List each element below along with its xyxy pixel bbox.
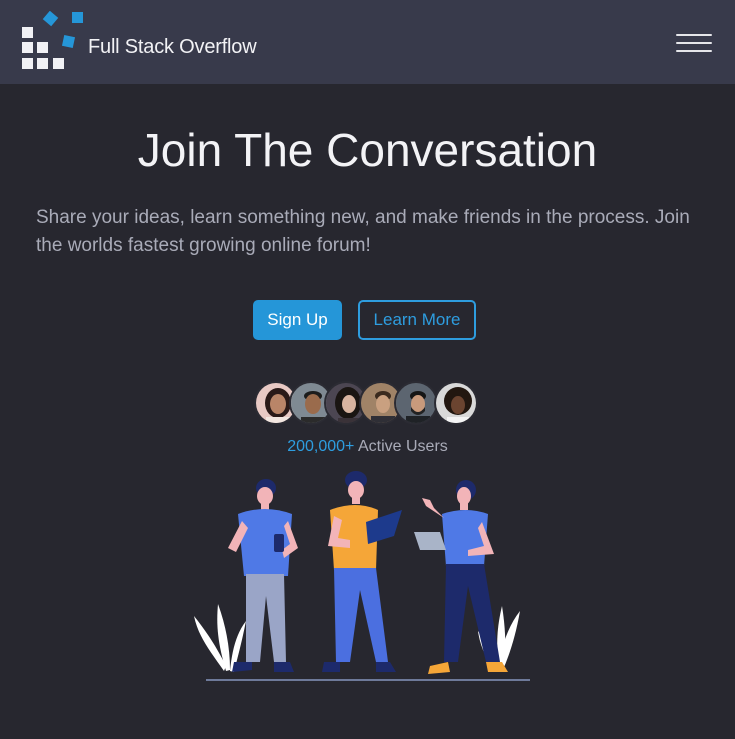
- people-illustration: [194, 471, 530, 681]
- active-users-text: 200,000+ Active Users: [0, 438, 735, 456]
- brand-name[interactable]: Full Stack Overflow: [88, 36, 257, 59]
- page-title: Join The Conversation: [137, 124, 598, 176]
- person-right: [414, 480, 508, 674]
- learn-more-button[interactable]: Learn More: [358, 300, 476, 340]
- person-middle: [322, 471, 402, 672]
- hamburger-line: [676, 42, 712, 44]
- avatar: [394, 381, 438, 425]
- navbar: Full Stack Overflow: [0, 0, 735, 84]
- hamburger-icon[interactable]: [676, 34, 712, 54]
- active-users-label: Active Users: [354, 438, 448, 455]
- sign-up-button[interactable]: Sign Up: [253, 300, 342, 340]
- avatar-group: [254, 381, 484, 429]
- hamburger-line: [676, 34, 712, 36]
- avatar: [434, 381, 478, 425]
- hero-subtitle: Share your ideas, learn something new, a…: [36, 207, 690, 256]
- active-users-count: 200,000+: [287, 438, 355, 455]
- logo-icon[interactable]: [22, 11, 86, 71]
- plant-left-icon: [194, 604, 246, 672]
- hamburger-line: [676, 50, 712, 52]
